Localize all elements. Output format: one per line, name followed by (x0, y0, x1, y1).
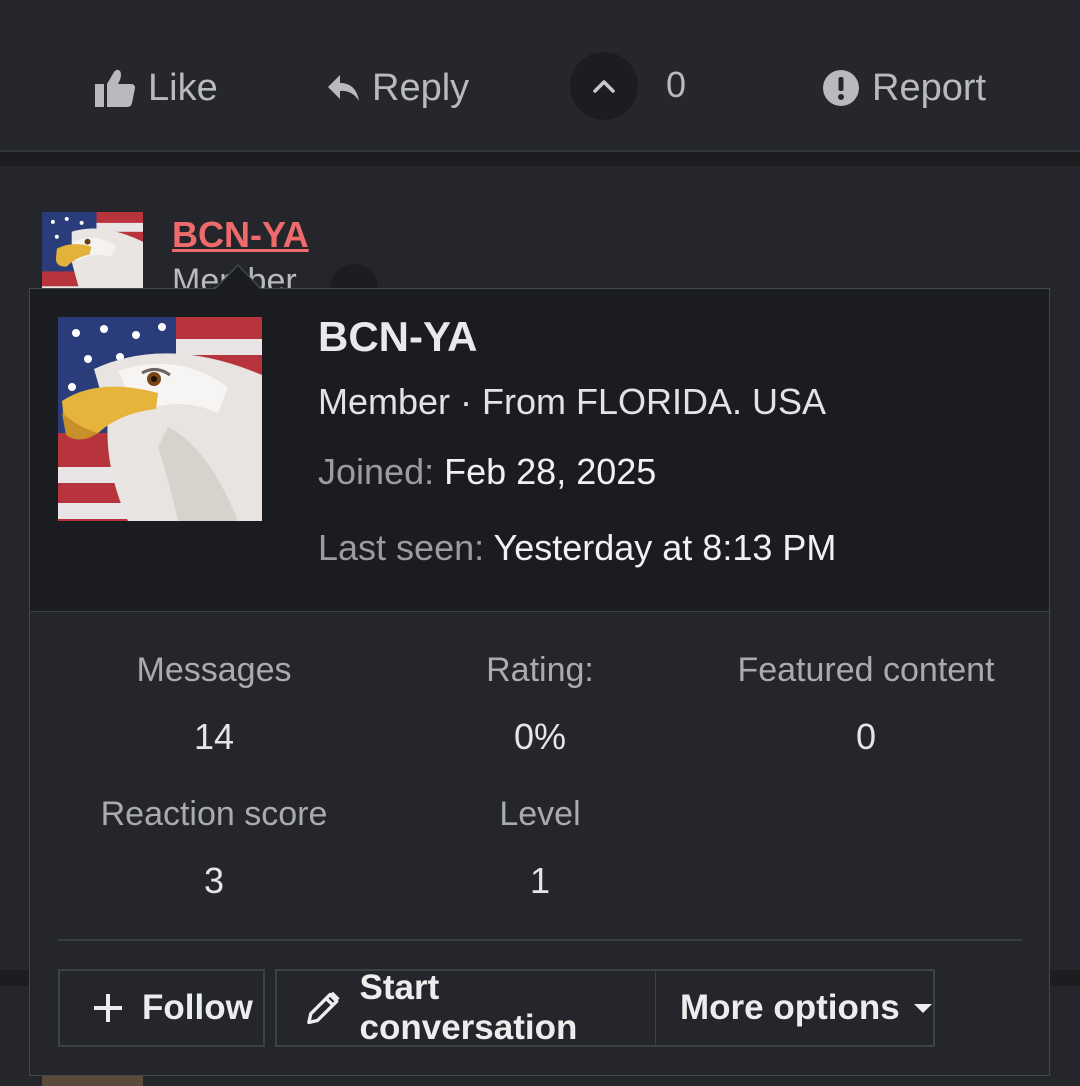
start-conversation-label: Start conversation (359, 968, 578, 1047)
exclamation-circle-icon (823, 70, 859, 106)
more-options-button[interactable]: More options (655, 969, 935, 1047)
next-post-avatar (42, 1076, 143, 1086)
follow-label: Follow (142, 988, 253, 1027)
like-label: Like (148, 66, 218, 109)
vote-count: 0 (666, 64, 687, 105)
report-label: Report (872, 66, 987, 109)
stat-reaction-score[interactable]: Reaction score 3 (54, 795, 374, 902)
tooltip-arrow-inner (216, 266, 260, 289)
joined-label: Joined: (318, 451, 435, 492)
post-separator (0, 152, 1080, 166)
stat-value: 0% (513, 716, 567, 757)
stat-rating: Rating: 0% (380, 651, 700, 758)
stat-value: 14 (193, 716, 235, 757)
like-button[interactable]: Like (94, 58, 218, 118)
upvote-button[interactable] (570, 52, 638, 120)
reply-button[interactable]: Reply (326, 58, 469, 118)
member-role-location: Member · From FLORIDA. USA (318, 381, 827, 422)
report-button[interactable]: Report (822, 58, 986, 118)
more-options-label: More options (680, 988, 900, 1027)
post-username-link[interactable]: BCN-YA (172, 214, 309, 256)
last-seen-label: Last seen: (318, 527, 485, 568)
stat-value: 1 (529, 860, 551, 901)
member-card-header: BCN-YA Member · From FLORIDA. USA Joined… (30, 289, 1049, 612)
member-username[interactable]: BCN-YA (318, 313, 477, 361)
stat-label: Featured content (737, 651, 995, 689)
member-joined: Joined: Feb 28, 2025 (318, 451, 656, 493)
stat-label: Level (499, 795, 581, 833)
thumbs-up-icon (95, 69, 135, 107)
plus-icon (94, 994, 122, 1022)
stat-value: 0 (855, 716, 877, 757)
stat-level: Level 1 (380, 795, 700, 902)
follow-button[interactable]: Follow (58, 969, 265, 1047)
stat-label: Reaction score (100, 795, 328, 833)
last-seen-value: Yesterday at 8:13 PM (493, 527, 837, 568)
eagle-flag-avatar-image (58, 317, 262, 521)
caret-down-icon (913, 1003, 932, 1013)
stat-label: Messages (136, 651, 292, 689)
card-divider (58, 939, 1022, 941)
member-last-seen: Last seen: Yesterday at 8:13 PM (318, 527, 836, 569)
post-action-bar: Like Reply 0 Report (0, 0, 1080, 152)
member-avatar[interactable] (58, 317, 262, 521)
member-tooltip-card: BCN-YA Member · From FLORIDA. USA Joined… (29, 288, 1050, 1076)
joined-value: Feb 28, 2025 (444, 451, 657, 492)
chevron-up-icon (593, 80, 615, 93)
start-conversation-button[interactable]: Start conversation (275, 968, 656, 1047)
stat-value: 3 (203, 860, 225, 901)
reply-arrow-icon (328, 75, 359, 101)
pencil-icon (307, 991, 340, 1025)
reply-label: Reply (372, 66, 470, 109)
stat-featured-content[interactable]: Featured content 0 (706, 651, 1026, 758)
stat-messages[interactable]: Messages 14 (54, 651, 374, 758)
stat-label: Rating: (486, 651, 594, 689)
